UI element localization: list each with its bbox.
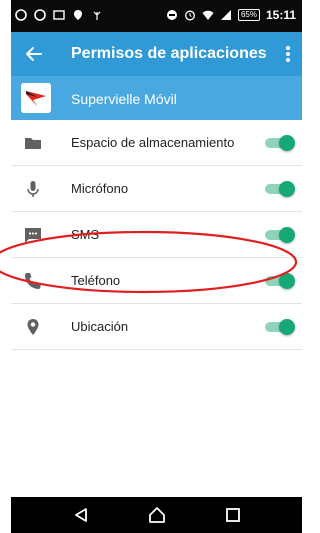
permission-label: Espacio de almacenamiento: [71, 135, 235, 150]
permission-row-storage[interactable]: Espacio de almacenamiento: [11, 120, 302, 166]
permission-label: Micrófono: [71, 181, 129, 196]
microphone-toggle[interactable]: [265, 181, 295, 197]
folder-icon: [25, 138, 41, 149]
navigation-bar: [11, 497, 302, 533]
status-bar-system: 65% 15:11: [166, 8, 296, 22]
permission-label: Ubicación: [71, 319, 129, 334]
location-pin-icon: [74, 10, 82, 20]
do-not-disturb-icon: [166, 10, 177, 20]
permission-label: SMS: [71, 227, 100, 242]
recent-apps-icon[interactable]: [223, 505, 243, 525]
back-triangle-icon[interactable]: [71, 505, 91, 525]
image-icon: [53, 10, 65, 20]
permission-label: Teléfono: [71, 273, 121, 288]
back-arrow-icon[interactable]: [23, 43, 45, 65]
app-logo: [21, 83, 51, 113]
permission-row-microphone[interactable]: Micrófono: [11, 166, 302, 212]
toggle-thumb: [279, 181, 295, 197]
phone-toggle[interactable]: [265, 273, 295, 289]
toggle-thumb: [279, 135, 295, 151]
storage-toggle[interactable]: [265, 135, 295, 151]
clock: 15:11: [265, 8, 296, 22]
microphone-icon: [27, 181, 39, 197]
whatsapp-icon: [34, 9, 46, 21]
signal-antenna-icon: [93, 11, 101, 20]
permission-row-location[interactable]: Ubicación: [11, 304, 302, 350]
alarm-icon: [185, 10, 195, 21]
home-icon[interactable]: [147, 505, 167, 525]
phone-screen: 65% 15:11 Permisos de aplicaciones Super…: [11, 0, 302, 533]
toggle-thumb: [279, 227, 295, 243]
location-toggle[interactable]: [265, 319, 295, 335]
location-icon: [27, 319, 39, 335]
whatsapp-icon: [15, 9, 27, 21]
toggle-thumb: [279, 273, 295, 289]
permission-row-sms[interactable]: SMS: [11, 212, 302, 258]
app-name: Supervielle Móvil: [71, 91, 177, 107]
status-bar-notifications: [15, 9, 103, 21]
status-bar: 65% 15:11: [11, 0, 302, 32]
battery-level: 65%: [237, 9, 260, 21]
permission-row-phone[interactable]: Teléfono: [11, 258, 302, 304]
sms-toggle[interactable]: [265, 227, 295, 243]
phone-icon: [25, 273, 41, 289]
app-info-header: Supervielle Móvil: [11, 76, 302, 120]
permissions-list: Espacio de almacenamiento Micrófono SMS …: [11, 120, 302, 350]
sms-icon: [25, 228, 41, 243]
page-title: Permisos de aplicaciones: [71, 45, 267, 62]
app-bar: Permisos de aplicaciones: [11, 32, 302, 76]
toggle-thumb: [279, 319, 295, 335]
cellular-signal-icon: [220, 10, 231, 20]
more-options-icon[interactable]: [280, 43, 296, 65]
supervielle-logo-icon: [21, 83, 51, 113]
wifi-icon: [202, 10, 214, 20]
